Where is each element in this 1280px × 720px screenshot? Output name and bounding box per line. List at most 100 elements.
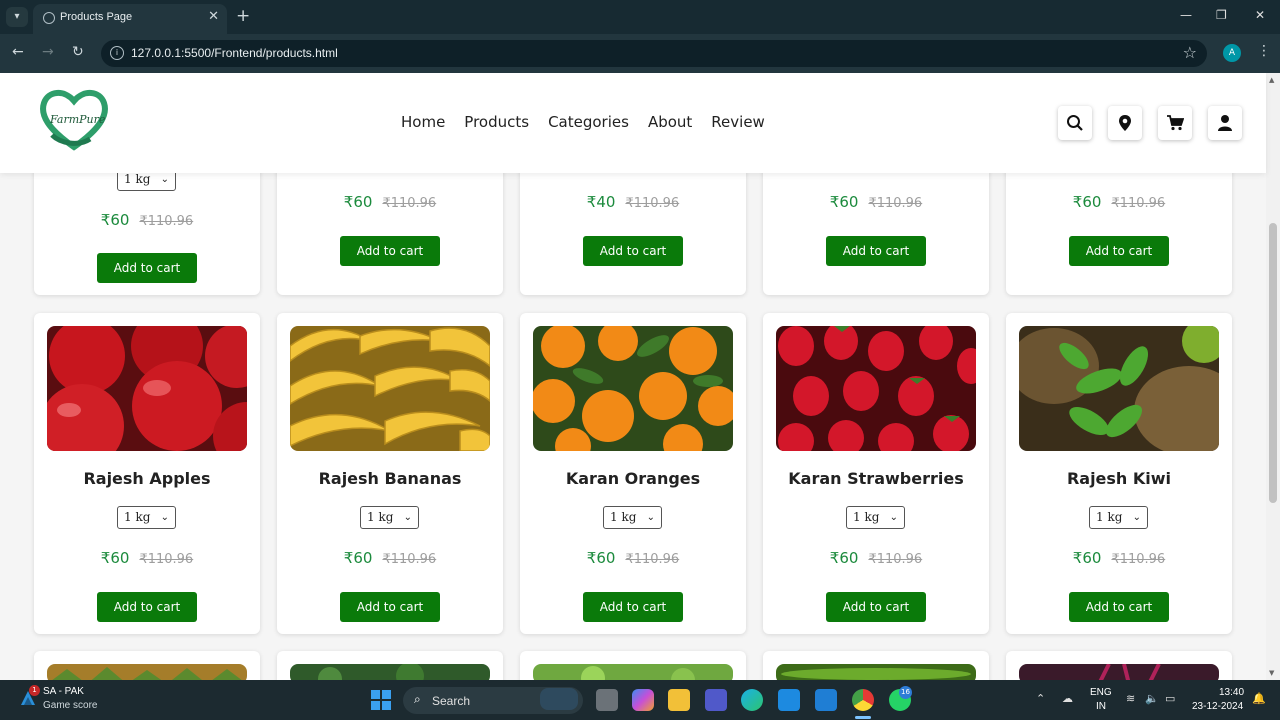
browser-menu-icon[interactable]: ⋮ <box>1257 43 1271 59</box>
add-to-cart-button[interactable]: Add to cart <box>97 253 197 283</box>
minimize-button[interactable]: — <box>1180 8 1192 22</box>
close-tab-icon[interactable]: ✕ <box>208 9 219 24</box>
add-to-cart-button[interactable]: Add to cart <box>1069 592 1169 622</box>
product-card <box>277 651 503 680</box>
language-bottom[interactable]: IN <box>1096 701 1106 712</box>
notification-bell-icon[interactable]: 🔔 <box>1252 692 1266 705</box>
taskbar: 1 SA - PAK Game score ⌕ Search 16 ⌃ ☁ EN… <box>0 680 1280 720</box>
price: ₹60 ₹110.96 <box>763 193 989 211</box>
price: ₹60 ₹110.96 <box>520 549 746 567</box>
nav-home[interactable]: Home <box>401 113 445 131</box>
product-image[interactable] <box>533 664 733 680</box>
scroll-down-arrow-icon[interactable]: ▼ <box>1269 669 1274 677</box>
product-card: Karan Oranges 1 kg ⌄ ₹60 ₹110.96 Add to ca… <box>520 313 746 634</box>
old-price: ₹110.96 <box>382 196 437 211</box>
weather-subtitle[interactable]: Game score <box>43 700 97 711</box>
product-image-oranges[interactable] <box>533 326 733 451</box>
scrollbar-thumb[interactable] <box>1269 223 1277 503</box>
current-price: ₹60 <box>1072 193 1102 211</box>
product-image-apples[interactable] <box>47 326 247 451</box>
nav-products[interactable]: Products <box>464 113 529 131</box>
volume-icon[interactable]: 🔈 <box>1145 692 1159 705</box>
chevron-down-icon: ⌄ <box>160 512 169 523</box>
scroll-up-arrow-icon[interactable]: ▲ <box>1269 76 1274 84</box>
add-to-cart-button[interactable]: Add to cart <box>583 236 683 266</box>
task-view-icon[interactable] <box>596 689 618 711</box>
bookmark-star-icon[interactable]: ☆ <box>1183 43 1197 62</box>
site-info-icon[interactable]: i <box>110 46 124 60</box>
product-name: Rajesh Apples <box>83 469 211 488</box>
copilot-icon[interactable] <box>632 689 654 711</box>
old-price: ₹110.96 <box>139 214 194 229</box>
add-to-cart-button[interactable]: Add to cart <box>826 592 926 622</box>
new-tab-button[interactable]: + <box>236 6 250 26</box>
language-top[interactable]: ENG <box>1090 687 1112 698</box>
clock-date[interactable]: 23-12-2024 <box>1192 701 1243 712</box>
location-pin-icon[interactable] <box>1108 106 1142 140</box>
cart-icon[interactable] <box>1158 106 1192 140</box>
chrome-active-indicator <box>855 716 871 719</box>
current-price: ₹60 <box>343 549 373 567</box>
add-to-cart-button[interactable]: Add to cart <box>340 592 440 622</box>
chevron-up-icon[interactable]: ⌃ <box>1036 692 1045 705</box>
teams-icon[interactable] <box>705 689 727 711</box>
quantity-select[interactable]: 1 kg ⌄ <box>603 506 662 529</box>
farmpure-logo[interactable]: FarmPure <box>38 85 110 151</box>
main-nav: Home Products Categories About Review <box>401 113 784 131</box>
add-to-cart-button[interactable]: Add to cart <box>1069 236 1169 266</box>
add-to-cart-button[interactable]: Add to cart <box>583 592 683 622</box>
page-scrollbar[interactable]: ▲ ▼ <box>1266 73 1280 680</box>
product-image[interactable] <box>1019 664 1219 680</box>
back-icon[interactable]: ← <box>12 44 24 60</box>
clock-time[interactable]: 13:40 <box>1219 687 1244 698</box>
url-text[interactable]: 127.0.0.1:5500/Frontend/products.html <box>131 46 338 60</box>
add-to-cart-button[interactable]: Add to cart <box>97 592 197 622</box>
chevron-down-icon: ⌄ <box>646 512 655 523</box>
quantity-select[interactable]: 1 kg ⌄ <box>360 506 419 529</box>
product-image[interactable] <box>776 664 976 680</box>
chrome-icon[interactable] <box>852 689 874 711</box>
price: ₹60 ₹110.96 <box>277 193 503 211</box>
forward-icon[interactable]: → <box>42 44 54 60</box>
profile-avatar[interactable]: A <box>1223 44 1241 62</box>
close-window-button[interactable]: ✕ <box>1255 8 1265 22</box>
edge-icon[interactable] <box>741 689 763 711</box>
user-icon[interactable] <box>1208 106 1242 140</box>
product-image-kiwi[interactable] <box>1019 326 1219 451</box>
nav-categories[interactable]: Categories <box>548 113 629 131</box>
windows-start-icon[interactable] <box>371 690 391 710</box>
quantity-select[interactable]: 1 kg ⌄ <box>117 506 176 529</box>
product-card: Karan Strawberries 1 kg ⌄ ₹60 ₹110.96 Add … <box>763 313 989 634</box>
weather-badge: 1 <box>29 685 40 696</box>
product-card <box>520 651 746 680</box>
browser-tab[interactable]: Products Page ✕ <box>33 4 227 34</box>
quantity-select[interactable]: 1 kg ⌄ <box>1089 506 1148 529</box>
search-highlight-image <box>540 688 578 710</box>
product-image[interactable] <box>47 664 247 680</box>
maximize-button[interactable]: ❐ <box>1216 8 1227 22</box>
quantity-select[interactable]: 1 kg ⌄ <box>846 506 905 529</box>
current-price: ₹60 <box>829 549 859 567</box>
microsoft-store-icon[interactable] <box>778 689 800 711</box>
weather-title[interactable]: SA - PAK <box>43 686 84 697</box>
wifi-icon[interactable]: ≋ <box>1126 692 1135 705</box>
add-to-cart-button[interactable]: Add to cart <box>340 236 440 266</box>
product-image-bananas[interactable] <box>290 326 490 451</box>
tab-title: Products Page <box>60 11 133 23</box>
search-icon[interactable] <box>1058 106 1092 140</box>
nav-review[interactable]: Review <box>711 113 765 131</box>
product-image[interactable] <box>290 664 490 680</box>
file-explorer-icon[interactable] <box>668 689 690 711</box>
nav-about[interactable]: About <box>648 113 692 131</box>
product-name: Rajesh Kiwi <box>1066 469 1172 488</box>
product-image-strawberries[interactable] <box>776 326 976 451</box>
price: ₹60 ₹110.96 <box>34 549 260 567</box>
add-to-cart-button[interactable]: Add to cart <box>826 236 926 266</box>
address-bar[interactable]: i 127.0.0.1:5500/Frontend/products.html … <box>101 40 1207 67</box>
battery-icon[interactable]: ▭ <box>1165 692 1175 705</box>
old-price: ₹110.96 <box>625 196 680 211</box>
onedrive-icon[interactable]: ☁ <box>1062 692 1073 705</box>
reload-icon[interactable]: ↻ <box>72 44 84 60</box>
vscode-icon[interactable] <box>815 689 837 711</box>
tab-list-button[interactable]: ▾ <box>6 7 28 27</box>
